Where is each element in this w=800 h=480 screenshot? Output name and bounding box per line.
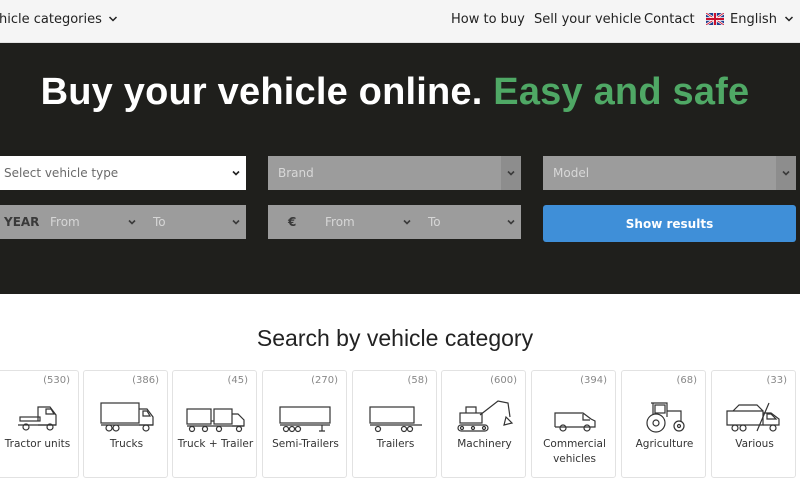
category-card-truck-trailer[interactable]: (45) Truck + Trailer [172, 370, 257, 478]
chevron-down-icon [226, 156, 246, 190]
chevron-down-icon [784, 16, 793, 22]
year-range: YEAR From To [0, 205, 246, 239]
uk-flag-icon [706, 13, 724, 25]
vehicle-categories-label: ehicle categories [0, 11, 102, 27]
nav-link-how-to-buy[interactable]: How to buy [451, 0, 525, 38]
price-from-select[interactable]: From [325, 205, 355, 239]
dump-truck-icon [712, 397, 797, 433]
top-navigation: ehicle categories How to buy Sell your v… [0, 0, 800, 43]
truck-trailer-icon [173, 397, 258, 433]
year-to-select[interactable]: To [153, 205, 166, 239]
hero-title-main: Buy your vehicle online. [40, 71, 483, 113]
category-card-trucks[interactable]: (386) Trucks [83, 370, 168, 478]
price-currency-label: € [288, 215, 297, 229]
hero-title: Buy your vehicle online. Easy and safe [0, 71, 790, 114]
category-card-agriculture[interactable]: (68) Agriculture [621, 370, 706, 478]
category-card-trailers[interactable]: (58) Trailers [352, 370, 437, 478]
category-card-various[interactable]: (33) Various [711, 370, 796, 478]
category-count: (600) [490, 375, 517, 386]
chevron-down-icon [776, 156, 796, 190]
tractor-unit-icon [0, 397, 80, 433]
category-section-title: Search by vehicle category [256, 325, 534, 351]
category-label: Various [735, 438, 774, 450]
van-icon [532, 397, 617, 433]
farm-tractor-icon [622, 397, 707, 433]
category-count: (394) [580, 375, 607, 386]
model-placeholder: Model [553, 166, 590, 180]
vehicle-type-placeholder: Select vehicle type [4, 166, 119, 180]
hero-title-accent: Easy and safe [493, 71, 750, 113]
excavator-icon [442, 397, 527, 433]
show-results-button[interactable]: Show results [543, 205, 796, 242]
category-label: Truck + Trailer [177, 438, 254, 450]
price-range: € From To [268, 205, 521, 239]
category-label: Trucks [109, 438, 144, 450]
year-label: YEAR [4, 215, 40, 229]
chevron-down-icon [504, 205, 518, 239]
category-label: Commercial vehicles [543, 438, 606, 465]
category-count: (386) [132, 375, 159, 386]
category-count: (270) [311, 375, 338, 386]
category-card-semi-trailers[interactable]: (270) Semi-Trailers [262, 370, 347, 478]
trailer-icon [353, 397, 438, 433]
language-label: English [730, 11, 777, 27]
category-card-commercial-vehicles[interactable]: (394) Commercial vehicles [531, 370, 616, 478]
vehicle-type-select[interactable]: Select vehicle type [0, 156, 246, 190]
category-label: Tractor units [4, 438, 71, 450]
category-count: (45) [227, 375, 248, 386]
category-card-machinery[interactable]: (600) Machinery [441, 370, 526, 478]
truck-icon [84, 397, 169, 433]
brand-select[interactable]: Brand [268, 156, 521, 190]
vehicle-categories-menu[interactable]: ehicle categories [0, 0, 118, 38]
category-count: (33) [766, 375, 787, 386]
category-card-tractor-units[interactable]: (530) Tractor units [0, 370, 79, 478]
year-from-select[interactable]: From [50, 205, 80, 239]
category-label: Machinery [457, 438, 512, 450]
category-count: (58) [407, 375, 428, 386]
semi-trailer-icon [263, 397, 348, 433]
category-label: Semi-Trailers [272, 438, 339, 450]
chevron-down-icon [501, 156, 521, 190]
hero-search-section: Buy your vehicle online. Easy and safe S… [0, 43, 800, 294]
nav-link-contact[interactable]: Contact [644, 0, 695, 38]
price-to-select[interactable]: To [428, 205, 441, 239]
category-label: Trailers [376, 438, 415, 450]
brand-placeholder: Brand [278, 166, 314, 180]
category-count: (530) [43, 375, 70, 386]
category-count: (68) [676, 375, 697, 386]
language-selector[interactable]: English [706, 0, 794, 38]
chevron-down-icon [108, 16, 117, 22]
nav-link-sell-your-vehicle[interactable]: Sell your vehicle [534, 0, 641, 38]
chevron-down-icon [125, 205, 139, 239]
chevron-down-icon [229, 205, 243, 239]
category-label: Agriculture [635, 438, 694, 450]
model-select[interactable]: Model [543, 156, 796, 190]
chevron-down-icon [400, 205, 414, 239]
